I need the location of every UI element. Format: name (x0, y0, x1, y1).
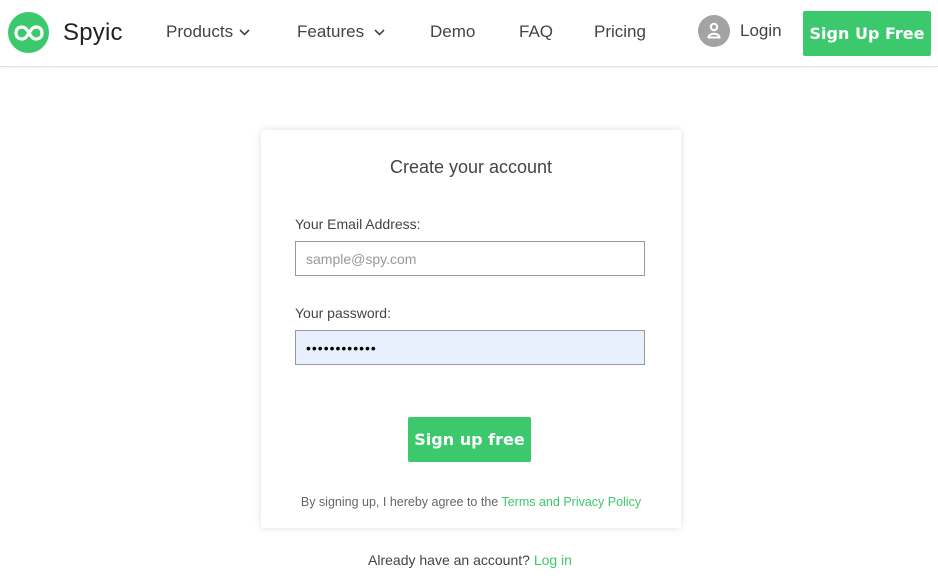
signup-submit-button[interactable]: Sign up free (408, 417, 531, 462)
login-link[interactable]: Login (698, 15, 782, 47)
nav-products-label: Products (166, 22, 234, 41)
chevron-down-icon (239, 28, 250, 36)
nav-features[interactable]: Features (297, 22, 385, 42)
email-field[interactable] (295, 241, 645, 276)
user-icon (698, 15, 730, 47)
password-label: Your password: (295, 305, 391, 321)
form-title: Create your account (389, 157, 553, 177)
nav-features-label: Features (297, 22, 365, 41)
terms-prefix: By signing up, I hereby agree to the (300, 495, 499, 509)
chevron-down-icon (374, 28, 385, 36)
infinity-icon (8, 12, 49, 53)
login-link-bottom[interactable]: Log in (534, 552, 572, 568)
site-header: Spyic Products Features Demo FAQ Pricing… (0, 0, 938, 67)
signup-header-button[interactable]: Sign Up Free (803, 11, 931, 56)
terms-link[interactable]: Terms and Privacy Policy (501, 495, 641, 509)
email-label: Your Email Address: (295, 216, 421, 232)
login-prompt: Already have an account? Log in (0, 552, 938, 568)
brand-name: Spyic (63, 18, 123, 46)
terms-notice: By signing up, I hereby agree to the Ter… (261, 495, 681, 509)
nav-faq[interactable]: FAQ (519, 22, 553, 42)
nav-pricing[interactable]: Pricing (594, 22, 646, 42)
password-field[interactable] (295, 330, 645, 365)
brand-logo[interactable]: Spyic (8, 12, 123, 53)
nav-products[interactable]: Products (166, 22, 250, 42)
signup-card: Create your account Your Email Address: … (261, 130, 681, 528)
nav-demo[interactable]: Demo (430, 22, 475, 42)
already-text: Already have an account? (368, 552, 530, 568)
login-label: Login (740, 21, 782, 40)
